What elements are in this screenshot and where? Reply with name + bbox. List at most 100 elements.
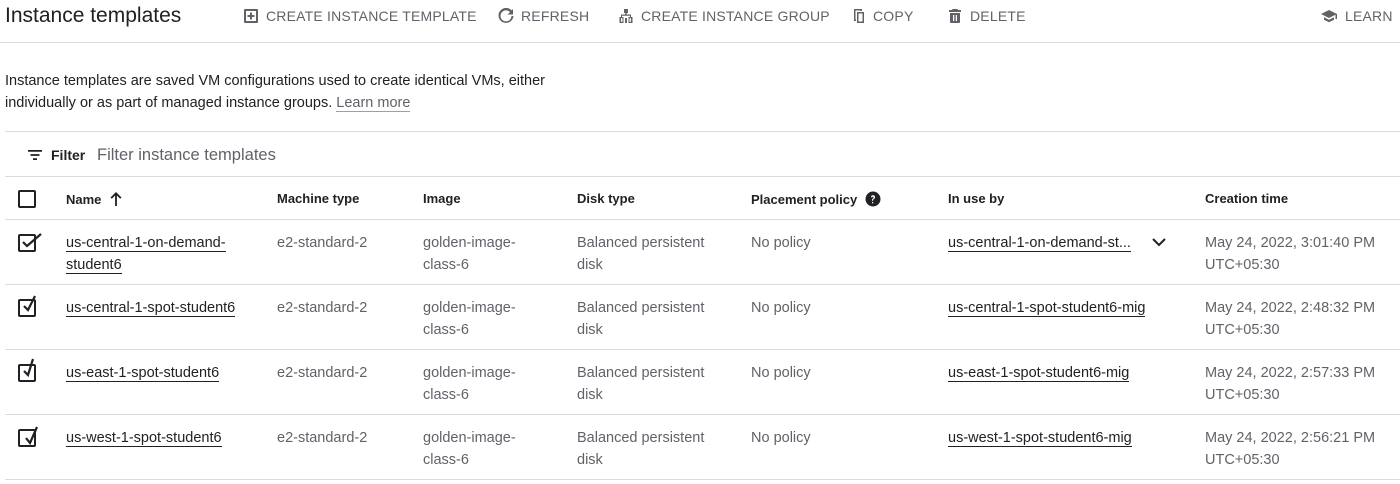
creation-time-cell: May 24, 2022, 2:56:21 PM UTC+05:30 (1205, 427, 1375, 471)
in-use-by-link[interactable]: us-west-1-spot-student6-mig (948, 427, 1132, 449)
column-header-placement-policy[interactable]: Placement policy (751, 191, 881, 207)
select-all-checkbox[interactable] (18, 190, 36, 208)
table-row[interactable]: us-west-1-spot-student6 e2-standard-2 go… (5, 415, 1400, 480)
create-instance-template-button[interactable]: CREATE INSTANCE TEMPLATE (243, 7, 477, 25)
column-header-disk-type-label: Disk type (577, 191, 635, 206)
disk-type-cell: Balanced persistent disk (577, 232, 704, 276)
image-line-2: class-6 (423, 387, 469, 403)
creation-time-date: May 24, 2022, 2:48:32 PM (1205, 300, 1376, 316)
disk-type-cell: Balanced persistent disk (577, 362, 704, 406)
template-name-link[interactable]: us-west-1-spot-student6 (66, 427, 222, 449)
check-icon (23, 295, 36, 312)
refresh-label: REFRESH (521, 8, 590, 24)
chevron-down-icon[interactable] (1151, 234, 1167, 250)
column-header-creation-time[interactable]: Creation time (1205, 191, 1288, 206)
description-line-2-text: individually or as part of managed insta… (5, 95, 333, 111)
create-instance-template-label: CREATE INSTANCE TEMPLATE (266, 8, 477, 24)
disk-type-line-1: Balanced persistent (577, 365, 705, 381)
check-icon (25, 426, 39, 446)
table-row[interactable]: us-central-1-on-demand-student6 e2-stand… (5, 220, 1400, 285)
copy-button[interactable]: COPY (850, 7, 913, 25)
page-title: Instance templates (5, 4, 182, 27)
toolbar: Instance templates CREATE INSTANCE TEMPL… (0, 0, 1400, 43)
row-checkbox[interactable] (18, 358, 36, 382)
learn-label: LEARN (1345, 8, 1393, 24)
column-header-image-label: Image (423, 191, 461, 206)
row-checkbox[interactable] (18, 233, 42, 252)
template-name-link[interactable]: us-east-1-spot-student6 (66, 362, 220, 384)
row-checkbox[interactable] (18, 295, 36, 317)
refresh-icon (498, 8, 514, 23)
in-use-by-label: us-central-1-on-demand-st... (948, 235, 1131, 252)
image-line-1: golden-image- (423, 430, 516, 446)
column-header-in-use-by[interactable]: In use by (948, 191, 1004, 206)
create-instance-group-button[interactable]: CREATE INSTANCE GROUP (618, 7, 830, 25)
description-line-2: individually or as part of managed insta… (5, 92, 565, 114)
delete-button[interactable]: DELETE (947, 7, 1026, 25)
column-header-placement-policy-label: Placement policy (751, 191, 858, 207)
placement-policy-cell: No policy (751, 430, 811, 446)
image-line-2: class-6 (423, 257, 469, 273)
image-line-1: golden-image- (423, 235, 516, 251)
filter-input[interactable] (97, 144, 697, 166)
template-name-part2: student6 (66, 257, 122, 274)
table-row[interactable]: us-central-1-spot-student6 e2-standard-2… (5, 285, 1400, 350)
creation-time-cell: May 24, 2022, 2:48:32 PM UTC+05:30 (1205, 297, 1375, 341)
in-use-by-link[interactable]: us-east-1-spot-student6-mig (948, 362, 1130, 384)
machine-type-cell: e2-standard-2 (277, 235, 368, 251)
in-use-by-label: us-central-1-spot-student6-mig (948, 300, 1146, 317)
help-icon[interactable] (865, 191, 881, 207)
add-box-icon (244, 9, 258, 23)
refresh-button[interactable]: REFRESH (498, 7, 589, 25)
column-header-disk-type[interactable]: Disk type (577, 191, 635, 206)
creation-time-cell: May 24, 2022, 2:57:33 PM UTC+05:30 (1205, 362, 1375, 406)
sort-ascending-icon (110, 192, 122, 206)
column-header-in-use-by-label: In use by (948, 191, 1005, 206)
disk-type-line-1: Balanced persistent (577, 430, 705, 446)
image-line-2: class-6 (423, 452, 469, 468)
image-line-2: class-6 (423, 322, 469, 338)
table-row[interactable]: us-east-1-spot-student6 e2-standard-2 go… (5, 350, 1400, 415)
creation-time-date: May 24, 2022, 2:57:33 PM (1205, 365, 1376, 381)
in-use-by-label: us-east-1-spot-student6-mig (948, 365, 1130, 382)
template-name-link[interactable]: us-central-1-on-demand-student6 (66, 232, 226, 276)
in-use-by-label: us-west-1-spot-student6-mig (948, 430, 1132, 447)
check-icon (22, 233, 42, 248)
creation-time-zone: UTC+05:30 (1205, 452, 1280, 468)
disk-type-line-1: Balanced persistent (577, 300, 705, 316)
template-name-link[interactable]: us-central-1-spot-student6 (66, 297, 236, 319)
placement-policy-cell: No policy (751, 300, 811, 316)
image-line-1: golden-image- (423, 300, 516, 316)
column-header-machine-type[interactable]: Machine type (277, 191, 359, 206)
machine-type-cell: e2-standard-2 (277, 430, 368, 446)
learn-more-link[interactable]: Learn more (336, 95, 411, 112)
trash-icon (949, 9, 961, 23)
filter-button[interactable]: Filter (27, 147, 85, 163)
instance-group-icon (619, 9, 633, 23)
machine-type-cell: e2-standard-2 (277, 300, 368, 316)
check-icon (23, 358, 35, 378)
creation-time-zone: UTC+05:30 (1205, 257, 1280, 273)
row-checkbox[interactable] (18, 426, 39, 447)
image-cell: golden-image-class-6 (423, 427, 516, 471)
learn-button[interactable]: LEARN (1320, 7, 1393, 25)
template-name-part1: us-west-1-spot-student6 (66, 430, 222, 447)
column-header-name-label: Name (66, 191, 102, 207)
in-use-by-link[interactable]: us-central-1-on-demand-st... (948, 232, 1131, 254)
machine-type-cell: e2-standard-2 (277, 365, 368, 381)
column-header-image[interactable]: Image (423, 191, 461, 206)
column-header-machine-type-label: Machine type (277, 191, 360, 206)
filter-bar: Filter (5, 131, 1400, 177)
disk-type-cell: Balanced persistent disk (577, 297, 704, 341)
copy-icon (854, 9, 864, 23)
column-header-name[interactable]: Name (66, 191, 123, 207)
creation-time-zone: UTC+05:30 (1205, 387, 1280, 403)
image-cell: golden-image-class-6 (423, 232, 516, 276)
page-description: Instance templates are saved VM configur… (5, 70, 565, 114)
table-header: Name Machine type Image Disk type Placem… (5, 177, 1400, 220)
in-use-by-link[interactable]: us-central-1-spot-student6-mig (948, 297, 1146, 319)
disk-type-line-2: disk (577, 452, 603, 468)
template-name-part1: us-central-1-spot-student6 (66, 300, 236, 317)
creation-time-date: May 24, 2022, 2:56:21 PM (1205, 430, 1376, 446)
school-icon (1321, 10, 1337, 23)
